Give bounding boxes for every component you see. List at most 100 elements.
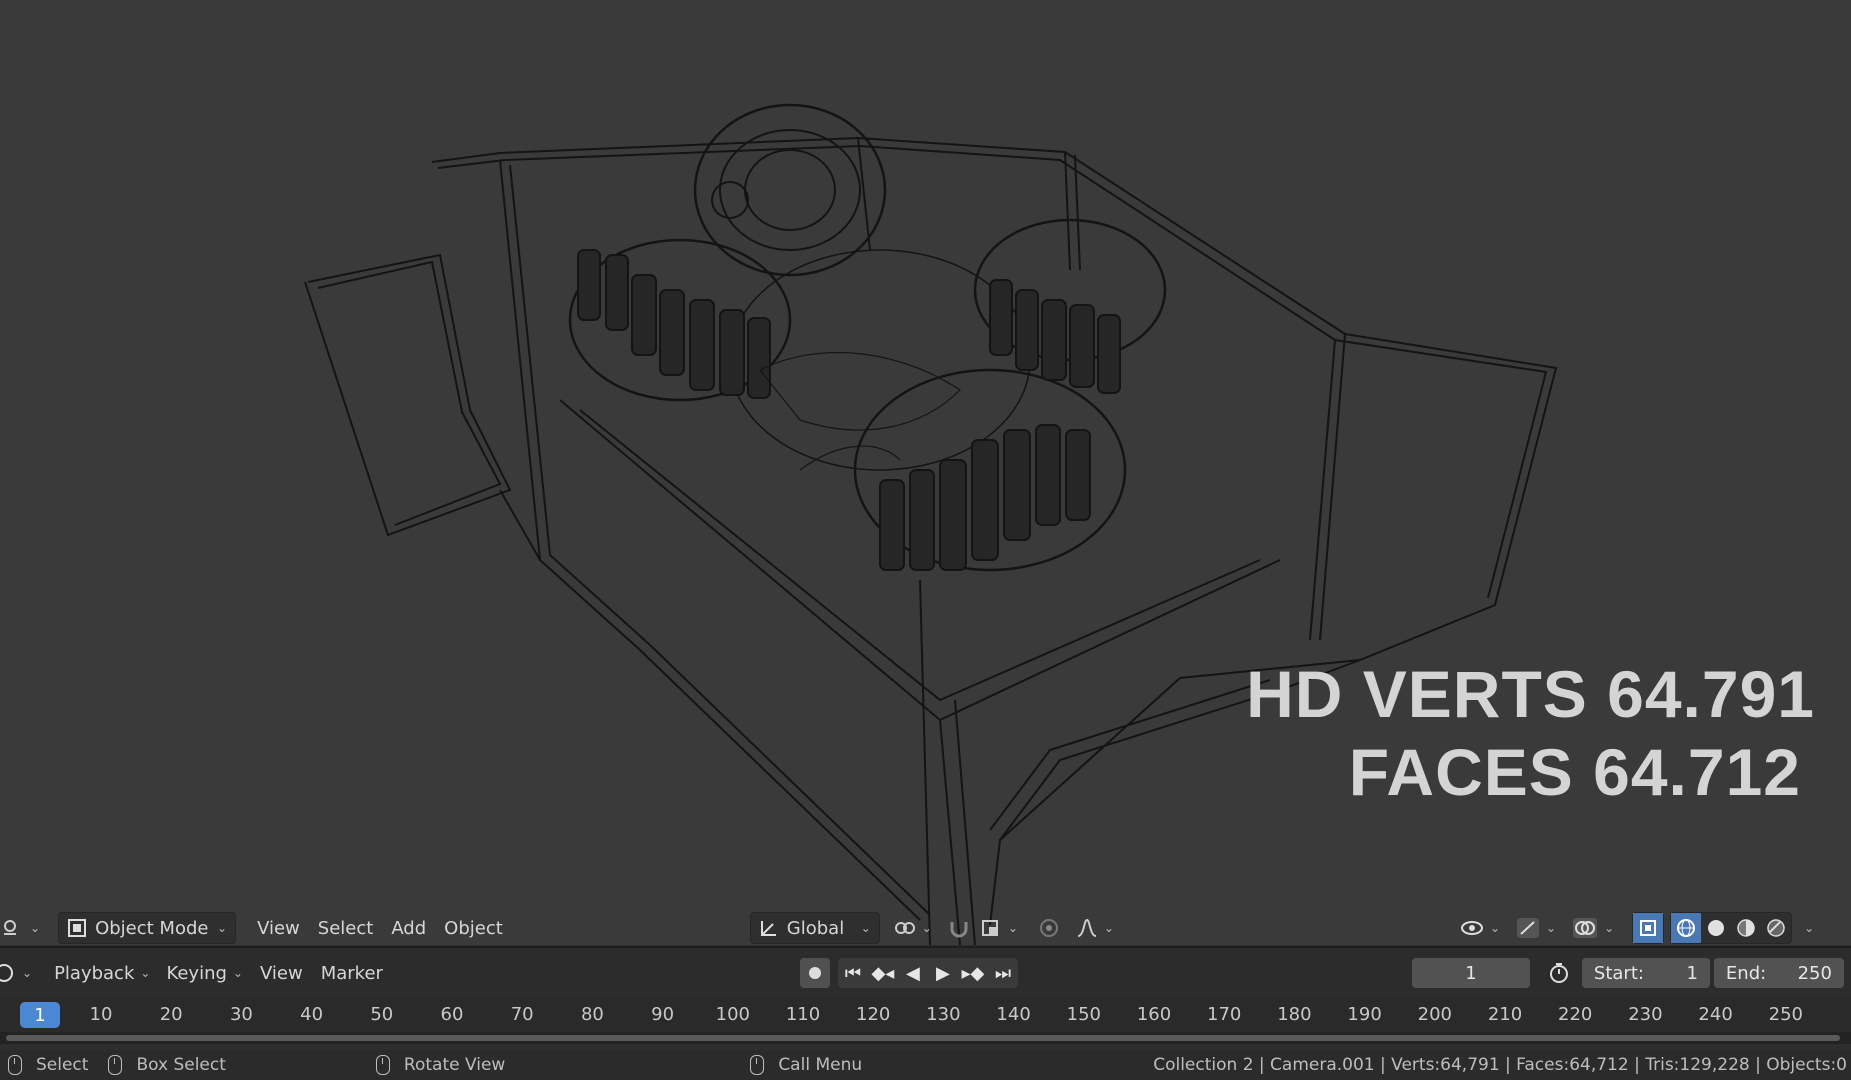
- menu-select[interactable]: Select: [309, 913, 383, 943]
- timeline-scrollbar[interactable]: [0, 1032, 1851, 1044]
- next-keyframe-icon[interactable]: ▸◆: [958, 958, 988, 988]
- ruler-tick: 240: [1698, 1004, 1733, 1025]
- record-icon: [808, 967, 821, 979]
- preview-range-toggle[interactable]: [1544, 958, 1574, 988]
- play-reverse-icon[interactable]: ◀: [898, 958, 928, 988]
- proportional-edit-icon: [1039, 919, 1058, 937]
- clock-icon: [0, 964, 13, 982]
- jump-end-icon[interactable]: ⏭: [988, 958, 1018, 988]
- menu-keying[interactable]: Keying ⌄: [158, 958, 251, 988]
- chevron-down-icon: ⌄: [30, 921, 41, 935]
- prev-keyframe-icon[interactable]: ◆◂: [868, 958, 898, 988]
- ruler-tick: 10: [89, 1004, 113, 1025]
- transform-orientation-dropdown[interactable]: Global ⌄: [749, 912, 880, 944]
- start-frame-label: Start:: [1593, 962, 1644, 984]
- ruler-tick: 250: [1768, 1004, 1803, 1025]
- 3d-viewport[interactable]: HD VERTS 64.791 FACES 64.712: [0, 0, 1851, 945]
- status-rotate-view: Rotate View: [375, 1055, 505, 1075]
- chevron-down-icon: ⌄: [1804, 921, 1815, 935]
- end-frame-field[interactable]: End: 250: [1713, 958, 1844, 988]
- chevron-down-icon: ⌄: [1604, 921, 1615, 935]
- snap-toggle[interactable]: [940, 913, 978, 943]
- wireframe-shading-icon[interactable]: [1671, 913, 1702, 943]
- solid-shading-icon[interactable]: [1701, 913, 1731, 943]
- overlays-toggle[interactable]: ⌄: [1564, 913, 1622, 943]
- start-frame-field[interactable]: Start: 1: [1581, 958, 1710, 988]
- object-mode-label: Object Mode: [95, 917, 209, 939]
- chevron-down-icon: ⌄: [22, 966, 33, 980]
- ruler-tick: 30: [229, 1004, 253, 1025]
- gizmo-icon: [1517, 918, 1540, 938]
- proportional-edit-toggle[interactable]: [1030, 913, 1068, 943]
- object-mode-icon: [68, 919, 87, 937]
- ruler-tick: 80: [580, 1004, 604, 1025]
- timeline-ruler[interactable]: 1 10 20 30 40 50 60 70 80 90 100 110 120 130 140 150 16…: [0, 998, 1851, 1032]
- keying-label: Keying: [166, 962, 227, 984]
- menu-add[interactable]: Add: [382, 913, 435, 943]
- status-call-menu-label: Call Menu: [778, 1055, 863, 1075]
- ruler-tick: 230: [1628, 1004, 1663, 1025]
- current-frame-field[interactable]: 1: [1411, 958, 1530, 988]
- playback-label: Playback: [54, 962, 135, 984]
- chevron-down-icon: ⌄: [217, 921, 228, 935]
- pivot-point-button[interactable]: ⌄: [886, 913, 940, 943]
- shading-mode-group: [1670, 912, 1793, 944]
- snap-target-button[interactable]: ⌄: [978, 913, 1020, 943]
- overlays-icon: [1573, 918, 1598, 938]
- chevron-down-icon: ⌄: [1103, 921, 1114, 935]
- falloff-button[interactable]: ⌄: [1068, 913, 1122, 943]
- status-box-select-label: Box Select: [136, 1055, 226, 1075]
- menu-view[interactable]: View: [248, 913, 309, 943]
- playback-controls: ⏮ ◆◂ ◀ ▶ ▸◆ ⏭: [837, 958, 1018, 988]
- scrollbar-thumb[interactable]: [6, 1035, 1840, 1041]
- editor-type-button[interactable]: ⌄: [0, 913, 48, 943]
- faces-overlay-text: FACES 64.712: [1348, 735, 1801, 809]
- magnet-icon: [950, 922, 968, 938]
- material-shading-icon[interactable]: [1731, 913, 1761, 943]
- ruler-tick: 200: [1417, 1004, 1452, 1025]
- ruler-tick: 90: [651, 1004, 675, 1025]
- chevron-down-icon: ⌄: [921, 921, 932, 935]
- chevron-down-icon: ⌄: [140, 966, 151, 980]
- status-box-select: Box Select: [108, 1055, 226, 1075]
- menu-object[interactable]: Object: [435, 913, 512, 943]
- ruler-tick: 110: [785, 1004, 821, 1025]
- scene-statistics: Collection 2 | Camera.001 | Verts:64,791…: [1153, 1055, 1847, 1075]
- xray-toggle[interactable]: [1632, 912, 1665, 944]
- shading-options-button[interactable]: ⌄: [1792, 913, 1820, 943]
- ruler-tick: 20: [159, 1004, 183, 1025]
- gizmo-toggle[interactable]: ⌄: [1508, 913, 1564, 943]
- current-frame-indicator[interactable]: 1: [20, 1002, 60, 1028]
- xray-icon: [1633, 913, 1664, 943]
- menu-playback[interactable]: Playback ⌄: [46, 958, 158, 988]
- ruler-tick: 190: [1347, 1004, 1382, 1025]
- end-frame-value: 250: [1797, 962, 1832, 984]
- ruler-tick: 160: [1136, 1004, 1172, 1025]
- editor-type-icon: [4, 920, 16, 935]
- ruler-tick: 220: [1558, 1004, 1593, 1025]
- jump-start-icon[interactable]: ⏮: [838, 958, 868, 988]
- visibility-button[interactable]: ⌄: [1452, 913, 1508, 943]
- status-call-menu: Call Menu: [750, 1055, 862, 1075]
- rendered-shading-icon[interactable]: [1761, 913, 1791, 943]
- auto-keying-toggle[interactable]: [799, 958, 830, 988]
- play-icon[interactable]: ▶: [928, 958, 958, 988]
- chevron-down-icon: ⌄: [1546, 921, 1557, 935]
- ruler-tick: 100: [715, 1004, 750, 1025]
- ruler-tick: 130: [926, 1004, 961, 1025]
- end-frame-label: End:: [1725, 962, 1767, 984]
- mouse-middle-icon: [375, 1055, 390, 1075]
- timeline-menu-view[interactable]: View: [251, 958, 312, 988]
- object-mode-dropdown[interactable]: Object Mode ⌄: [58, 912, 237, 944]
- timeline-editor-type-button[interactable]: ⌄: [0, 958, 40, 988]
- pivot-icon: [894, 922, 915, 934]
- ruler-tick: 70: [510, 1004, 534, 1025]
- orientation-label: Global: [786, 917, 845, 939]
- ruler-tick: 120: [856, 1004, 891, 1025]
- start-frame-value: 1: [1686, 962, 1698, 984]
- timeline-menu-marker[interactable]: Marker: [312, 958, 392, 988]
- snap-target-icon: [981, 920, 998, 936]
- ruler-tick: 50: [370, 1004, 394, 1025]
- ruler-tick: 60: [440, 1004, 464, 1025]
- ruler-tick: 210: [1487, 1004, 1523, 1025]
